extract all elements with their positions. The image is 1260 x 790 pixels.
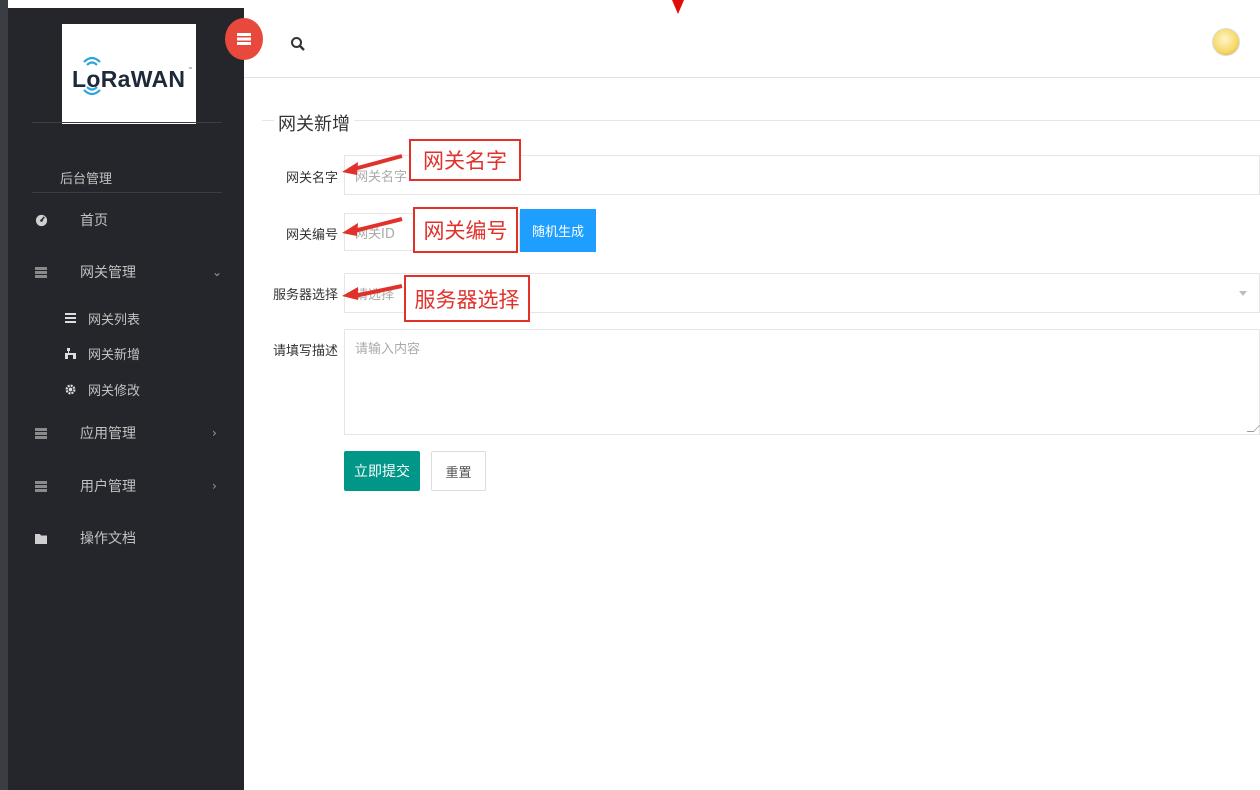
chevron-right-icon: › (212, 479, 217, 493)
logo-trademark: ™ (188, 67, 193, 73)
left-gutter (0, 0, 8, 790)
red-down-marker (672, 0, 684, 14)
sidebar-item-app-management[interactable]: 应用管理 › (8, 413, 236, 453)
sidebar-item-label: 操作文档 (80, 531, 136, 547)
menu-toggle-button[interactable] (225, 18, 263, 60)
annotation-arrow-icon (342, 284, 403, 300)
sidebar-item-label: 首页 (80, 213, 108, 229)
sidebar-item-label: 用户管理 (80, 479, 136, 495)
submit-button[interactable]: 立即提交 (344, 451, 420, 491)
server-icon (34, 479, 48, 493)
sidebar-divider (32, 122, 222, 123)
gateway-name-label: 网关名字 (285, 171, 338, 186)
sidebar-subitem-label: 网关列表 (88, 312, 141, 328)
annotation-server-select: 服务器选择 (404, 275, 530, 322)
sidebar-subitem-gateway-edit[interactable]: 网关修改 (8, 374, 236, 404)
list-icon (64, 312, 76, 324)
sidebar-subitem-label: 网关新增 (88, 347, 141, 363)
chevron-right-icon: › (212, 426, 217, 440)
description-label: 请填写描述 (272, 344, 338, 359)
chevron-down-icon: ⌄ (212, 265, 223, 279)
server-icon (237, 33, 251, 45)
gateway-id-label: 网关编号 (285, 228, 338, 243)
annotation-gateway-id: 网关编号 (413, 207, 518, 253)
logo-text: LoRaWAN (72, 66, 186, 92)
annotation-arrow-icon (342, 217, 403, 236)
folder-icon (34, 531, 48, 545)
description-textarea[interactable]: 请输入内容 (344, 329, 1260, 435)
sitemap-icon (64, 347, 76, 359)
server-icon (34, 265, 48, 279)
search-icon[interactable] (290, 36, 306, 52)
sidebar-item-docs[interactable]: 操作文档 (8, 518, 236, 558)
dashboard-icon (34, 213, 48, 227)
page: LoRaWAN ™ 后台管理 首页 网关管理 ⌄ 网关列表 网关新增 网关修改 … (0, 0, 1260, 790)
user-avatar[interactable] (1212, 28, 1240, 56)
sidebar-subitem-label: 网关修改 (88, 383, 141, 399)
sidebar-item-label: 应用管理 (80, 426, 136, 442)
sidebar-item-label: 网关管理 (80, 265, 136, 281)
resize-handle-icon[interactable] (1246, 425, 1260, 432)
sidebar-item-home[interactable]: 首页 (8, 200, 236, 240)
description-placeholder: 请输入内容 (355, 342, 421, 357)
top-header (244, 0, 1260, 78)
gear-icon (64, 383, 76, 395)
sidebar-item-user-management[interactable]: 用户管理 › (8, 466, 236, 506)
random-generate-button[interactable]: 随机生成 (520, 209, 596, 252)
sidebar-section-title: 后台管理 (60, 172, 113, 187)
legend-line (262, 120, 274, 121)
caret-down-icon (1239, 291, 1247, 296)
sidebar-item-gateway-management[interactable]: 网关管理 ⌄ (8, 252, 236, 292)
server-icon (34, 426, 48, 440)
sidebar-subitem-gateway-add[interactable]: 网关新增 (8, 338, 236, 368)
form-legend: 网关新增 (278, 114, 350, 135)
annotation-arrow-icon (342, 154, 403, 175)
sidebar-divider (32, 192, 222, 193)
annotation-gateway-name: 网关名字 (409, 139, 521, 181)
sidebar-subitem-gateway-list[interactable]: 网关列表 (8, 303, 236, 333)
reset-button[interactable]: 重置 (431, 451, 486, 491)
logo: LoRaWAN ™ (62, 24, 196, 124)
server-select-label: 服务器选择 (272, 288, 338, 303)
legend-line (354, 120, 1260, 121)
